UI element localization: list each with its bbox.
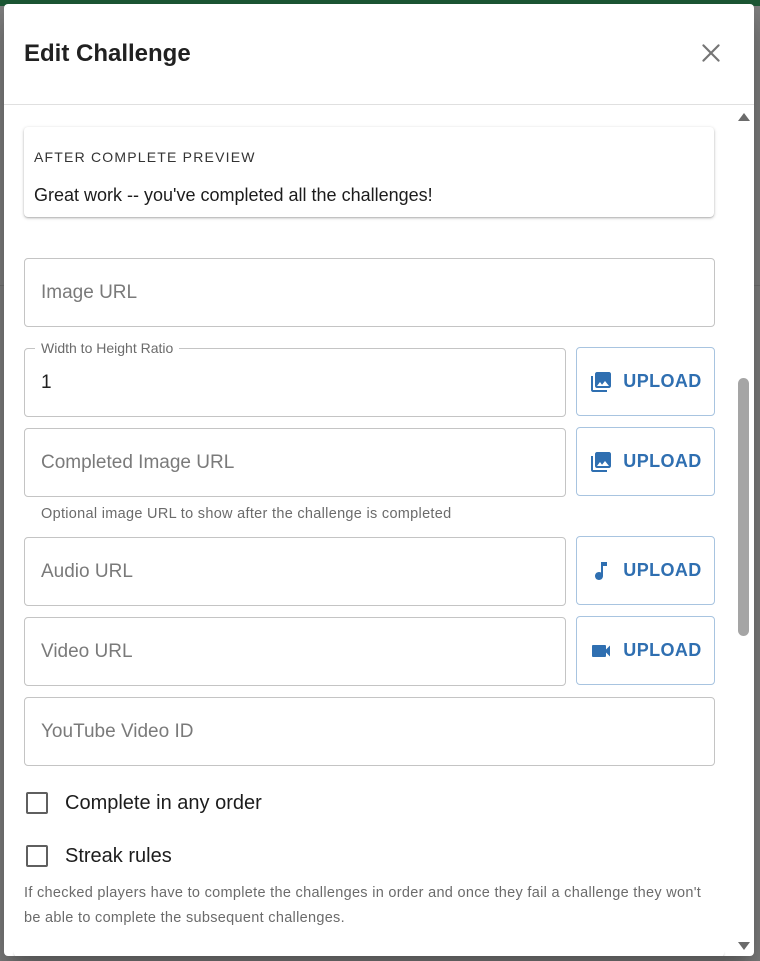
complete-any-order-checkbox-row[interactable]: Complete in any order (24, 790, 262, 816)
ratio-field[interactable]: Width to Height Ratio (24, 340, 566, 417)
audio-url-field[interactable] (24, 537, 566, 606)
upload-completed-image-button[interactable]: UPLOAD (576, 427, 715, 496)
upload-label: UPLOAD (623, 371, 702, 391)
video-url-input[interactable] (41, 618, 549, 685)
image-icon (591, 451, 612, 472)
image-icon (591, 371, 612, 392)
scrollbar-thumb[interactable] (738, 378, 749, 636)
streak-rules-help-text: If checked players have to complete the … (24, 885, 702, 926)
upload-label: UPLOAD (623, 451, 702, 471)
streak-rules-checkbox-row[interactable]: Streak rules (24, 843, 172, 869)
upload-label: UPLOAD (623, 640, 702, 660)
image-url-field[interactable] (24, 258, 715, 327)
complete-any-order-checkbox[interactable] (26, 792, 48, 814)
youtube-video-id-field[interactable] (24, 697, 715, 766)
completed-image-helper-text: Optional image URL to show after the cha… (41, 506, 452, 522)
edit-challenge-dialog: Edit Challenge AFTER COMPLETE PREVIEW Gr… (4, 4, 754, 956)
upload-video-button[interactable]: UPLOAD (576, 616, 715, 685)
close-icon (702, 44, 720, 62)
dialog-scrollbar[interactable] (732, 105, 754, 956)
completed-image-url-field[interactable] (24, 428, 566, 497)
streak-rules-checkbox[interactable] (26, 845, 48, 867)
video-url-field[interactable] (24, 617, 566, 686)
dialog-title: Edit Challenge (24, 40, 191, 67)
section-card-bottom-edge (14, 951, 724, 956)
dialog-body[interactable]: AFTER COMPLETE PREVIEW Great work -- you… (4, 105, 754, 956)
after-complete-preview-card: AFTER COMPLETE PREVIEW Great work -- you… (24, 127, 714, 217)
image-url-input[interactable] (41, 259, 698, 326)
streak-rules-label: Streak rules (65, 844, 172, 867)
scroll-up-arrow-icon[interactable] (738, 113, 750, 121)
scroll-down-arrow-icon[interactable] (738, 942, 750, 950)
videocam-icon (592, 644, 611, 657)
music-note-icon (595, 561, 608, 580)
close-button[interactable] (698, 40, 724, 66)
preview-text: Great work -- you've completed all the c… (34, 185, 433, 205)
dialog-header: Edit Challenge (4, 4, 754, 105)
completed-image-url-input[interactable] (41, 429, 549, 496)
youtube-video-id-input[interactable] (41, 698, 698, 765)
preview-label: AFTER COMPLETE PREVIEW (34, 149, 256, 165)
upload-label: UPLOAD (623, 560, 702, 580)
audio-url-input[interactable] (41, 538, 549, 605)
upload-audio-button[interactable]: UPLOAD (576, 536, 715, 605)
complete-any-order-label: Complete in any order (65, 791, 262, 814)
ratio-input[interactable] (41, 349, 549, 416)
upload-image-button[interactable]: UPLOAD (576, 347, 715, 416)
